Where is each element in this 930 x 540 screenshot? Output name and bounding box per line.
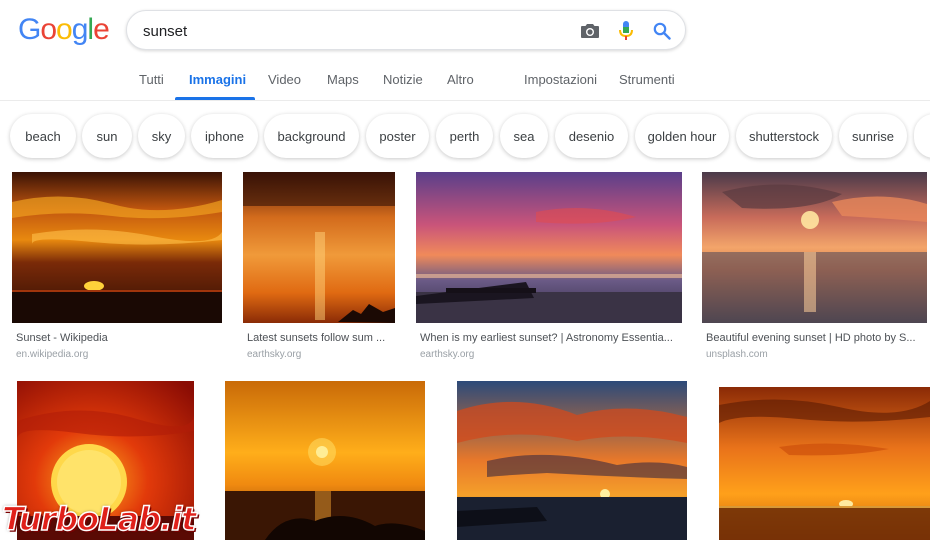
- tab-impostazioni[interactable]: Impostazioni: [524, 72, 597, 87]
- camera-icon[interactable]: [579, 20, 601, 42]
- active-tab-indicator: [175, 97, 255, 100]
- logo-letter: G: [18, 13, 41, 46]
- chip-golden-hour[interactable]: golden hour: [635, 114, 729, 158]
- tab-tutti[interactable]: Tutti: [139, 72, 164, 87]
- microphone-icon[interactable]: [615, 20, 637, 42]
- tab-immagini[interactable]: Immagini: [189, 72, 246, 87]
- search-tabs: Tutti Immagini Video Maps Notizie Altro …: [0, 60, 930, 101]
- image-result[interactable]: [225, 381, 425, 540]
- image-result[interactable]: Latest sunsets follow sum ... earthsky.o…: [243, 172, 395, 362]
- related-chips: beach sun sky iphone background poster p…: [0, 114, 930, 160]
- logo-letter: o: [40, 13, 57, 46]
- result-source: earthsky.org: [420, 349, 475, 360]
- chip-background[interactable]: background: [264, 114, 359, 158]
- logo-letter: g: [71, 13, 89, 46]
- tab-maps[interactable]: Maps: [327, 72, 359, 87]
- image-result[interactable]: [17, 381, 194, 540]
- logo-letter: e: [93, 13, 110, 46]
- result-source: earthsky.org: [247, 349, 302, 360]
- result-thumbnail[interactable]: [719, 387, 930, 540]
- image-result[interactable]: Beautiful evening sunset | HD photo by S…: [702, 172, 927, 362]
- result-thumbnail[interactable]: [702, 172, 927, 323]
- result-source: unsplash.com: [706, 349, 768, 360]
- result-title[interactable]: Latest sunsets follow sum ...: [247, 332, 392, 344]
- logo-letter: o: [56, 13, 73, 46]
- result-title[interactable]: Sunset - Wikipedia: [16, 332, 216, 344]
- search-icon[interactable]: [651, 20, 673, 42]
- chip-overflow[interactable]: [914, 114, 930, 158]
- image-result[interactable]: Sunset - Wikipedia en.wikipedia.org: [12, 172, 222, 362]
- chip-perth[interactable]: perth: [436, 114, 493, 158]
- chip-shutterstock[interactable]: shutterstock: [736, 114, 832, 158]
- result-thumbnail[interactable]: [17, 381, 194, 540]
- search-input[interactable]: [143, 21, 563, 41]
- result-thumbnail[interactable]: [457, 381, 687, 540]
- result-thumbnail[interactable]: [12, 172, 222, 323]
- image-result[interactable]: When is my earliest sunset? | Astronomy …: [416, 172, 682, 362]
- result-source: en.wikipedia.org: [16, 349, 89, 360]
- tab-video[interactable]: Video: [268, 72, 301, 87]
- tab-altro[interactable]: Altro: [447, 72, 474, 87]
- result-thumbnail[interactable]: [225, 381, 425, 540]
- chip-sun[interactable]: sun: [82, 114, 132, 158]
- chip-iphone[interactable]: iphone: [191, 114, 258, 158]
- image-result[interactable]: [457, 381, 687, 540]
- chip-sea[interactable]: sea: [500, 114, 548, 158]
- chip-desenio[interactable]: desenio: [555, 114, 628, 158]
- result-thumbnail[interactable]: [243, 172, 395, 323]
- search-box[interactable]: [126, 10, 686, 50]
- chip-poster[interactable]: poster: [366, 114, 429, 158]
- image-result[interactable]: [719, 387, 930, 540]
- result-thumbnail[interactable]: [416, 172, 682, 323]
- chip-sky[interactable]: sky: [138, 114, 185, 158]
- chip-sunrise[interactable]: sunrise: [839, 114, 907, 158]
- tab-strumenti[interactable]: Strumenti: [619, 72, 675, 87]
- chip-beach[interactable]: beach: [10, 114, 76, 158]
- google-logo[interactable]: Google: [18, 13, 110, 47]
- tab-notizie[interactable]: Notizie: [383, 72, 423, 87]
- result-title[interactable]: Beautiful evening sunset | HD photo by S…: [706, 332, 921, 344]
- result-title[interactable]: When is my earliest sunset? | Astronomy …: [420, 332, 678, 344]
